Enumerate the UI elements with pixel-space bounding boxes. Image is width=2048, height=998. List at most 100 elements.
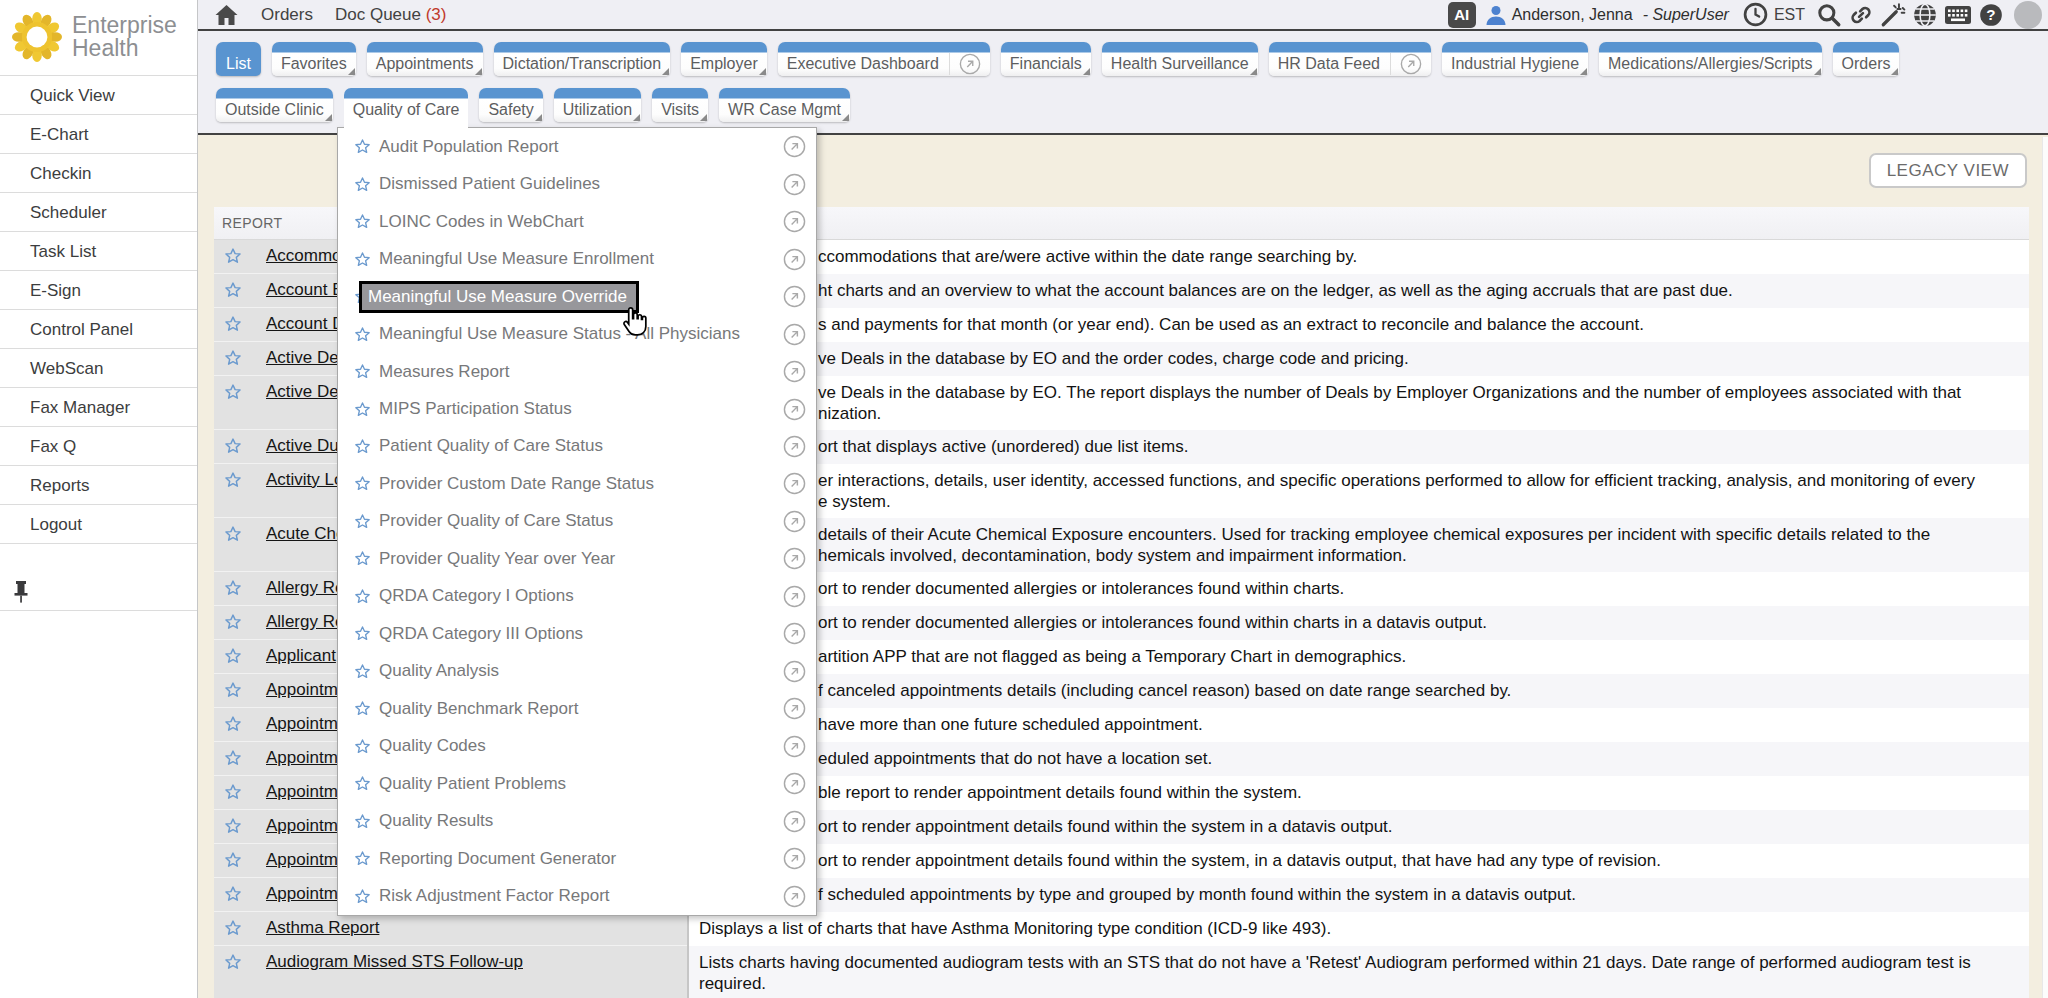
favorite-star-icon[interactable]	[354, 176, 371, 193]
menu-item-risk-adjustment-factor-report[interactable]: Risk Adjustment Factor Report	[338, 877, 816, 914]
menu-item-patient-quality-of-care-status[interactable]: Patient Quality of Care Status	[338, 428, 816, 465]
favorite-star-icon[interactable]	[224, 851, 242, 869]
tab-visits[interactable]: Visits	[652, 88, 708, 122]
tab-appointments[interactable]: Appointments	[367, 42, 483, 76]
favorite-star-icon[interactable]	[224, 953, 242, 971]
open-report-icon[interactable]	[1400, 53, 1422, 75]
open-report-icon[interactable]	[783, 735, 806, 758]
open-report-icon[interactable]	[783, 360, 806, 383]
report-link[interactable]: Asthma Report	[266, 918, 379, 938]
report-link[interactable]: Active Du	[266, 436, 339, 456]
favorite-star-icon[interactable]	[224, 919, 242, 937]
sidebar-item-fax-q[interactable]: Fax Q	[0, 426, 197, 465]
sidebar-item-webscan[interactable]: WebScan	[0, 348, 197, 387]
favorite-star-icon[interactable]	[354, 775, 371, 792]
favorite-star-icon[interactable]	[224, 715, 242, 733]
sidebar-item-scheduler[interactable]: Scheduler	[0, 192, 197, 231]
legacy-view-button[interactable]: LEGACY VIEW	[1869, 153, 2027, 188]
favorite-star-icon[interactable]	[224, 349, 242, 367]
favorite-star-icon[interactable]	[224, 281, 242, 299]
favorite-star-icon[interactable]	[354, 438, 371, 455]
menu-item-meaningful-use-measure-status-all-physicians[interactable]: Meaningful Use Measure Status - All Phys…	[338, 315, 816, 352]
open-report-icon[interactable]	[783, 398, 806, 421]
report-link[interactable]: Appointme	[266, 850, 347, 870]
menu-item-reporting-document-generator[interactable]: Reporting Document Generator	[338, 840, 816, 877]
favorite-star-icon[interactable]	[224, 783, 242, 801]
open-report-icon[interactable]	[783, 472, 806, 495]
report-link[interactable]: Accommo	[266, 246, 342, 266]
favorite-star-icon[interactable]	[354, 625, 371, 642]
menu-item-provider-custom-date-range-status[interactable]: Provider Custom Date Range Status	[338, 465, 816, 502]
report-link[interactable]: Applicant	[266, 646, 336, 666]
tab-executive-dashboard[interactable]: Executive Dashboard	[778, 42, 990, 76]
open-report-icon[interactable]	[783, 660, 806, 683]
open-report-icon[interactable]	[783, 323, 806, 346]
menu-item-quality-codes[interactable]: Quality Codes	[338, 728, 816, 765]
tab-orders[interactable]: Orders	[1833, 42, 1900, 76]
sidebar-item-e-chart[interactable]: E-Chart	[0, 114, 197, 153]
report-link[interactable]: Appointme	[266, 782, 347, 802]
sidebar-item-e-sign[interactable]: E-Sign	[0, 270, 197, 309]
presence-dot[interactable]	[2014, 1, 2042, 29]
favorite-star-icon[interactable]	[354, 700, 371, 717]
favorite-star-icon[interactable]	[224, 437, 242, 455]
report-link[interactable]: Appointme	[266, 680, 347, 700]
menu-item-quality-analysis[interactable]: Quality Analysis	[338, 653, 816, 690]
favorite-star-icon[interactable]	[354, 326, 371, 343]
tab-medications-allergies-scripts[interactable]: Medications/Allergies/Scripts	[1599, 42, 1822, 76]
tab-hr-data-feed[interactable]: HR Data Feed	[1269, 42, 1431, 76]
favorite-star-icon[interactable]	[354, 588, 371, 605]
wand-icon[interactable]	[1880, 2, 1906, 28]
menu-item-audit-population-report[interactable]: Audit Population Report	[338, 128, 816, 165]
tab-wr-case-mgmt[interactable]: WR Case Mgmt	[719, 88, 850, 122]
favorite-star-icon[interactable]	[224, 525, 242, 543]
open-report-icon[interactable]	[783, 248, 806, 271]
sidebar-pin-row[interactable]	[0, 543, 197, 611]
open-report-icon[interactable]	[783, 510, 806, 533]
breadcrumb-doc-queue[interactable]: Doc Queue (3)	[335, 5, 447, 25]
tab-quality-of-care[interactable]: Quality of Care	[344, 88, 469, 129]
sidebar-item-checkin[interactable]: Checkin	[0, 153, 197, 192]
report-link[interactable]: Account D	[266, 314, 344, 334]
report-link[interactable]: Appointme	[266, 748, 347, 768]
open-report-icon[interactable]	[783, 885, 806, 908]
sidebar-item-reports[interactable]: Reports	[0, 465, 197, 504]
clock-icon[interactable]	[1743, 2, 1768, 27]
open-report-icon[interactable]	[783, 285, 806, 308]
breadcrumb-orders[interactable]: Orders	[261, 5, 313, 25]
menu-item-dismissed-patient-guidelines[interactable]: Dismissed Patient Guidelines	[338, 165, 816, 202]
keyboard-icon[interactable]	[1944, 4, 1972, 26]
sidebar-item-logout[interactable]: Logout	[0, 504, 197, 543]
report-link[interactable]: Appointme	[266, 714, 347, 734]
tab-industrial-hygiene[interactable]: Industrial Hygiene	[1442, 42, 1588, 76]
user-name[interactable]: Anderson, Jenna	[1512, 6, 1633, 24]
search-icon[interactable]	[1816, 2, 1842, 28]
favorite-star-icon[interactable]	[354, 813, 371, 830]
open-report-icon[interactable]	[783, 135, 806, 158]
open-report-icon[interactable]	[783, 585, 806, 608]
favorite-star-icon[interactable]	[354, 738, 371, 755]
report-link[interactable]: Activity Lo	[266, 470, 343, 490]
report-link[interactable]: Active De	[266, 382, 339, 402]
menu-item-meaningful-use-measure-enrollment[interactable]: Meaningful Use Measure Enrollment	[338, 240, 816, 277]
open-report-icon[interactable]	[783, 173, 806, 196]
report-link[interactable]: Acute Che	[266, 524, 345, 544]
ai-badge[interactable]: AI	[1448, 2, 1476, 28]
menu-item-mips-participation-status[interactable]: MIPS Participation Status	[338, 390, 816, 427]
favorite-star-icon[interactable]	[354, 213, 371, 230]
favorite-star-icon[interactable]	[224, 579, 242, 597]
report-link[interactable]: Appointme	[266, 816, 347, 836]
menu-item-qrda-category-i-options[interactable]: QRDA Category I Options	[338, 578, 816, 615]
open-report-icon[interactable]	[783, 810, 806, 833]
favorite-star-icon[interactable]	[224, 315, 242, 333]
sidebar-item-control-panel[interactable]: Control Panel	[0, 309, 197, 348]
favorite-star-icon[interactable]	[354, 401, 371, 418]
favorite-star-icon[interactable]	[224, 647, 242, 665]
report-link[interactable]: Appointme	[266, 884, 347, 904]
menu-item-qrda-category-iii-options[interactable]: QRDA Category III Options	[338, 615, 816, 652]
open-report-icon[interactable]	[783, 435, 806, 458]
open-report-icon[interactable]	[783, 847, 806, 870]
sidebar-item-quick-view[interactable]: Quick View	[0, 75, 197, 114]
tab-financials[interactable]: Financials	[1001, 42, 1091, 76]
menu-item-provider-quality-year-over-year[interactable]: Provider Quality Year over Year	[338, 540, 816, 577]
